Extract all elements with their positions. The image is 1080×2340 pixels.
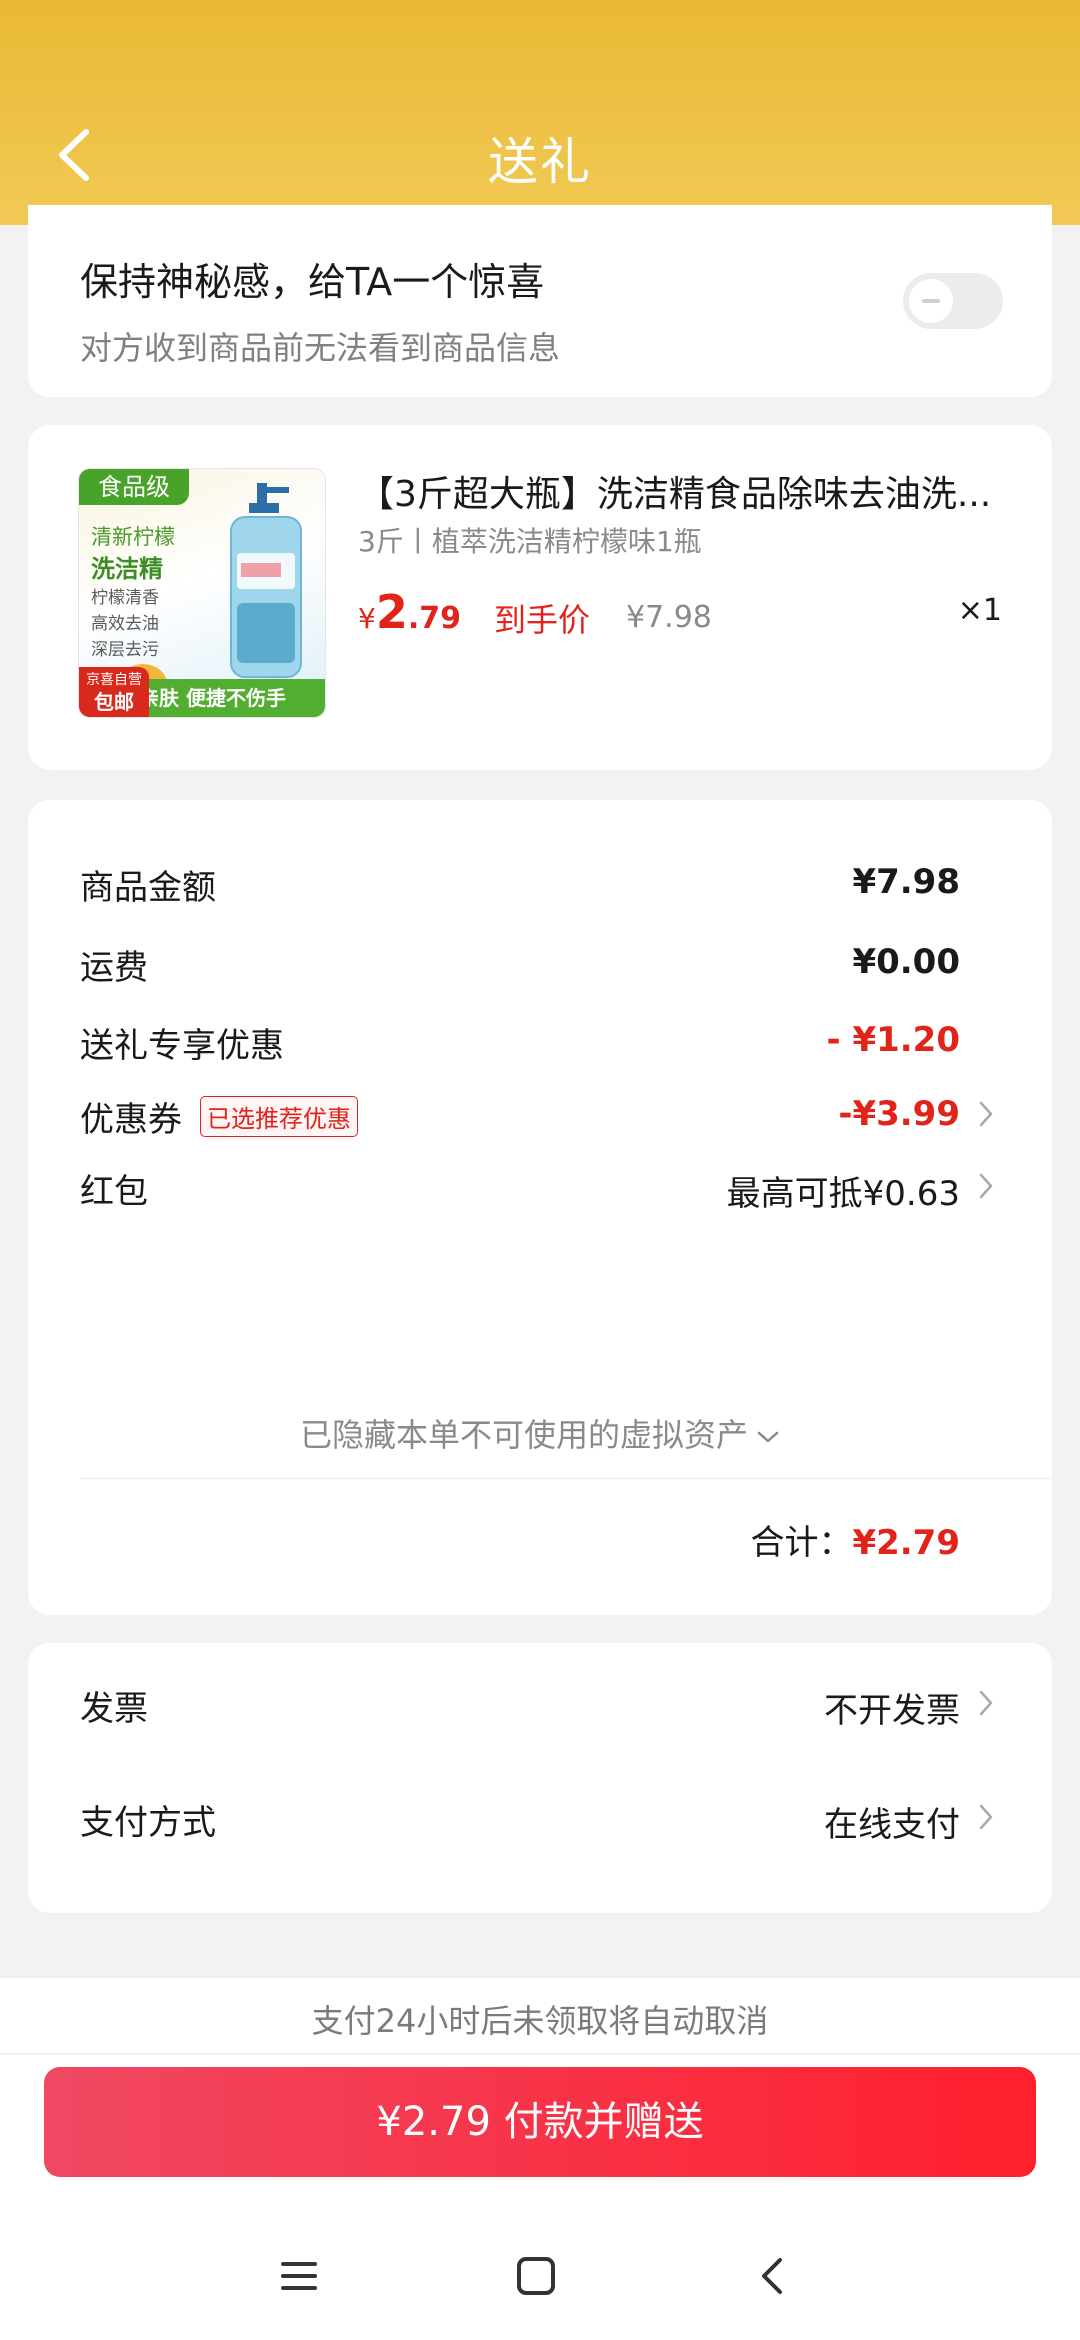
auto-cancel-notice: 支付24小时后未领取将自动取消 [0, 1978, 1080, 2054]
price-currency: ¥ [358, 602, 376, 635]
price-label: 到手价 [494, 601, 591, 639]
toggle-knob [909, 279, 953, 323]
red-packet-row[interactable]: 红包 最高可抵¥0.63 [80, 1164, 1052, 1224]
payment-method-value: 在线支付 [824, 1805, 960, 1845]
goods-amount-label: 商品金额 [80, 868, 216, 908]
gift-discount-label: 送礼专享优惠 [80, 1026, 284, 1066]
invoice-row[interactable]: 发票 不开发票 [80, 1681, 1052, 1741]
payment-method-label: 支付方式 [80, 1803, 216, 1843]
coupon-tag: 已选推荐优惠 [200, 1096, 358, 1137]
invoice-payment-card: 发票 不开发票 支付方式 在线支付 [28, 1643, 1052, 1913]
gift-discount-value: - ¥1.20 [826, 1020, 961, 1060]
product-price: ¥2.79 [358, 585, 461, 639]
surprise-title: 保持神秘感，给TA一个惊喜 [80, 260, 545, 304]
shipping-row: 运费 ¥0.00 [80, 940, 1052, 1000]
shipping-label: 运费 [80, 948, 148, 988]
invoice-value: 不开发票 [824, 1691, 960, 1731]
product-spec: 3斤丨植萃洗洁精柠檬味1瓶 [358, 525, 702, 558]
quantity: ×1 [957, 593, 1002, 628]
page-title: 送礼 [488, 133, 592, 191]
image-text-5: 深层去污 [91, 640, 159, 660]
coupon-value: -¥3.99 [838, 1094, 960, 1134]
invoice-label: 发票 [80, 1689, 148, 1729]
red-packet-value: 最高可抵¥0.63 [726, 1174, 960, 1214]
jd-badge: 京喜自营 包邮 [79, 667, 149, 717]
price-summary-card: 商品金额 ¥7.98 运费 ¥0.00 送礼专享优惠 - ¥1.20 优惠券 已… [28, 800, 1052, 1615]
chevron-right-icon [979, 1173, 993, 1199]
image-footer-text: 亲肤 便捷不伤手 [139, 686, 286, 710]
back-icon[interactable] [750, 2252, 798, 2300]
coupon-label: 优惠券 [80, 1100, 182, 1140]
badge-bottom-text: 包邮 [94, 690, 134, 714]
original-price: ¥7.98 [626, 600, 712, 635]
surprise-toggle[interactable] [903, 273, 1003, 329]
image-text-2: 洗洁精 [91, 555, 163, 583]
shipping-value: ¥0.00 [852, 942, 960, 982]
bottle-illustration [230, 483, 302, 678]
total-amount: 合计：¥2.79 [750, 1515, 960, 1564]
price-integer: 2 [375, 585, 408, 639]
home-icon[interactable] [512, 2252, 560, 2300]
surprise-card: 保持神秘感，给TA一个惊喜 对方收到商品前无法看到商品信息 [28, 205, 1052, 397]
header-bar: 送礼 [0, 0, 1080, 225]
auto-cancel-text: 支付24小时后未领取将自动取消 [311, 2002, 769, 2040]
menu-icon[interactable] [275, 2252, 323, 2300]
image-tag: 食品级 [79, 469, 189, 505]
hidden-assets-toggle[interactable]: 已隐藏本单不可使用的虚拟资产 [28, 1410, 1052, 1456]
product-card[interactable]: 食品级 清新柠檬 洗洁精 柠檬清香 高效去油 深层去污 亲肤 便捷不伤手 京喜自… [28, 425, 1052, 770]
gift-discount-row: 送礼专享优惠 - ¥1.20 [80, 1018, 1052, 1078]
total-value: ¥2.79 [852, 1523, 960, 1563]
hidden-assets-text: 已隐藏本单不可使用的虚拟资产 [299, 1416, 748, 1454]
total-label: 合计： [750, 1523, 853, 1563]
product-title[interactable]: 【3斤超大瓶】洗洁精食品除味去油洗... [358, 465, 1048, 517]
coupon-row[interactable]: 优惠券 已选推荐优惠 -¥3.99 [80, 1092, 1052, 1152]
surprise-subtitle: 对方收到商品前无法看到商品信息 [80, 329, 561, 367]
image-text-3: 柠檬清香 [91, 588, 159, 608]
image-text-4: 高效去油 [91, 614, 159, 634]
product-image[interactable]: 食品级 清新柠檬 洗洁精 柠檬清香 高效去油 深层去污 亲肤 便捷不伤手 京喜自… [78, 468, 326, 718]
payment-method-row[interactable]: 支付方式 在线支付 [80, 1795, 1052, 1855]
badge-top-text: 京喜自营 [86, 672, 142, 688]
chevron-right-icon [979, 1804, 993, 1830]
chevron-right-icon [979, 1101, 993, 1127]
chevron-down-icon [757, 1431, 779, 1443]
goods-amount-value: ¥7.98 [852, 862, 960, 902]
image-text-1: 清新柠檬 [91, 525, 175, 549]
system-nav-bar [0, 2190, 1080, 2340]
goods-amount-row: 商品金额 ¥7.98 [80, 860, 1052, 920]
red-packet-label: 红包 [80, 1172, 148, 1212]
pay-and-gift-button[interactable]: ¥2.79 付款并赠送 [44, 2067, 1036, 2177]
price-decimal: .79 [407, 601, 461, 636]
divider [80, 1478, 1052, 1479]
chevron-right-icon [979, 1690, 993, 1716]
